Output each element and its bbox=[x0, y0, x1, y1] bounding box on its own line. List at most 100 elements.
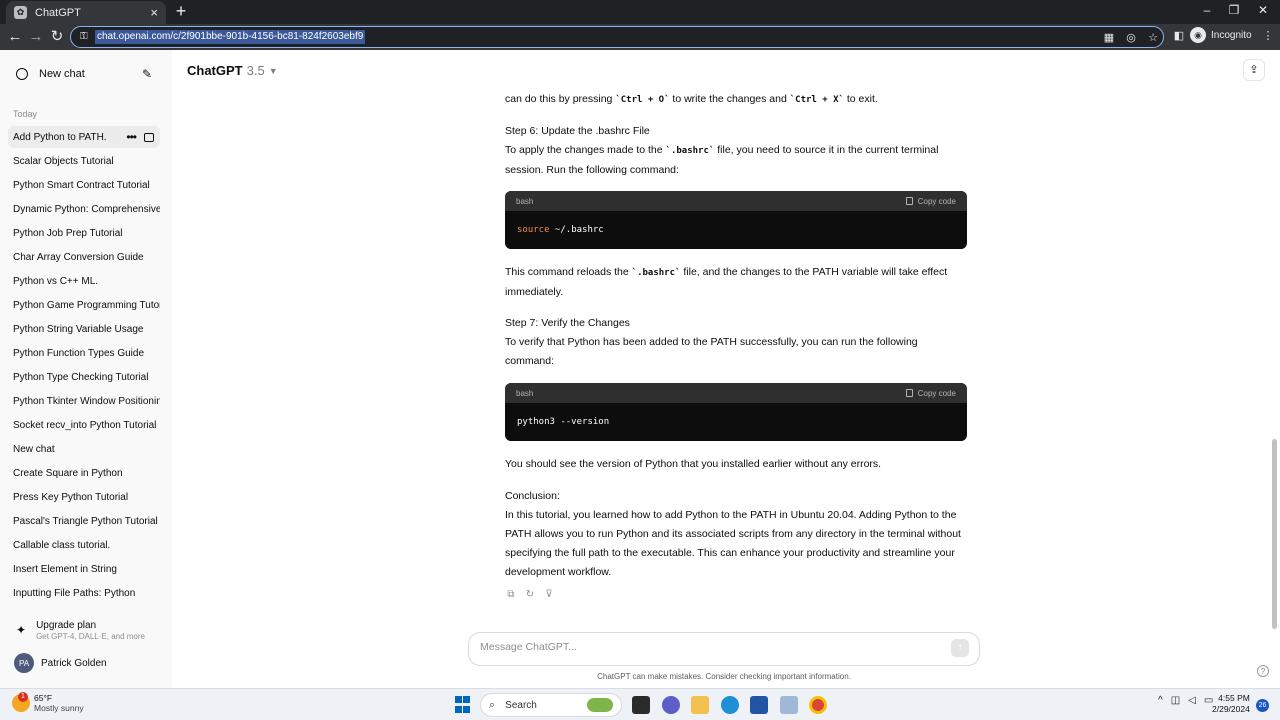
copy-icon[interactable]: ⧉ bbox=[505, 585, 517, 604]
chevron-up-icon[interactable]: ^ bbox=[1158, 695, 1163, 706]
message-paragraph: You should see the version of Python tha… bbox=[505, 458, 882, 470]
code-block: bash Copy code source ~/.bashrc bbox=[505, 191, 967, 249]
qr-code-icon[interactable]: ▦ bbox=[1102, 31, 1116, 44]
code-language: bash bbox=[516, 196, 534, 206]
history-item[interactable]: Python Smart Contract Tutorial bbox=[8, 174, 160, 196]
browser-menu-icon[interactable]: ⋮ bbox=[1261, 29, 1275, 42]
history-item[interactable]: Inputting File Paths: Python bbox=[8, 582, 160, 604]
site-info-icon[interactable]: ⚿ bbox=[80, 31, 92, 43]
weather-badge: 1 bbox=[18, 692, 28, 702]
copy-code-button[interactable]: Copy code bbox=[905, 384, 956, 403]
windows-start-icon[interactable] bbox=[455, 696, 473, 714]
minimize-window-icon[interactable]: – bbox=[1197, 3, 1217, 17]
send-button[interactable]: ↑ bbox=[951, 639, 969, 657]
clock[interactable]: 4:55 PM 2/29/2024 bbox=[1212, 693, 1250, 715]
history-item[interactable]: Python Function Types Guide bbox=[8, 342, 160, 364]
reload-icon[interactable]: ↻ bbox=[48, 28, 66, 45]
search-icon: ⌕ bbox=[489, 698, 496, 711]
sparkle-icon: ✦ bbox=[16, 623, 27, 637]
history-item[interactable]: Python Game Programming Tutor bbox=[8, 294, 160, 316]
history-item[interactable]: New chat bbox=[8, 438, 160, 460]
user-name: Patrick Golden bbox=[41, 657, 107, 669]
more-options-icon[interactable]: ••• bbox=[126, 130, 137, 144]
archive-icon[interactable] bbox=[144, 132, 154, 142]
taskbar-search[interactable]: ⌕ Search bbox=[480, 693, 622, 717]
thumbs-down-icon[interactable]: ⊽ bbox=[543, 585, 555, 604]
history-item[interactable]: Insert Element in String bbox=[8, 558, 160, 580]
history-item[interactable]: Add Python to PATH. ••• bbox=[8, 126, 160, 148]
history-item[interactable]: Scalar Objects Tutorial bbox=[8, 150, 160, 172]
side-panel-icon[interactable]: ◧ bbox=[1172, 29, 1186, 42]
new-tab-button[interactable]: + bbox=[172, 2, 190, 20]
message-input[interactable] bbox=[480, 641, 940, 653]
weather-widget[interactable]: 1 65°F Mostly sunny bbox=[12, 692, 84, 713]
task-view-icon[interactable] bbox=[632, 696, 650, 714]
avatar: PA bbox=[14, 653, 34, 673]
message-actions: ⧉ ↻ ⊽ bbox=[505, 585, 555, 604]
system-tray: ^ ◫ ◁ ▭ bbox=[1158, 695, 1213, 706]
notification-badge[interactable]: 26 bbox=[1256, 699, 1269, 712]
incognito-icon: ◉ bbox=[1190, 27, 1206, 43]
history-item[interactable]: Python Tkinter Window Positionin bbox=[8, 390, 160, 412]
history-item[interactable]: Create Square in Python bbox=[8, 462, 160, 484]
maximize-window-icon[interactable]: ❐ bbox=[1224, 3, 1244, 17]
history-item[interactable]: Python String Variable Usage bbox=[8, 318, 160, 340]
profile-button[interactable]: ◉ Incognito bbox=[1190, 27, 1252, 43]
temperature: 65°F bbox=[34, 693, 53, 703]
regenerate-icon[interactable]: ↻ bbox=[524, 585, 536, 604]
close-window-icon[interactable]: ✕ bbox=[1253, 3, 1273, 17]
upgrade-subtitle: Get GPT-4, DALL·E, and more bbox=[36, 631, 145, 641]
new-chat-button[interactable]: New chat ✎ bbox=[8, 62, 160, 86]
photos-app-icon[interactable] bbox=[780, 696, 798, 714]
history-item[interactable]: Python Job Prep Tutorial bbox=[8, 222, 160, 244]
model-selector[interactable]: ChatGPT 3.5 ▼ bbox=[187, 63, 278, 78]
compose-icon[interactable]: ✎ bbox=[142, 67, 152, 81]
eye-slash-icon[interactable]: ◎ bbox=[1124, 31, 1138, 44]
help-icon[interactable]: ? bbox=[1257, 665, 1269, 677]
new-chat-label: New chat bbox=[39, 68, 85, 80]
search-highlight-image bbox=[587, 698, 613, 712]
history-item[interactable]: Python vs C++ ML. bbox=[8, 270, 160, 292]
history-item[interactable]: Socket recv_into Python Tutorial bbox=[8, 414, 160, 436]
message-composer: ↑ bbox=[468, 632, 980, 666]
chat-main: ChatGPT 3.5 ▼ ⇪ can do this by pressing … bbox=[172, 50, 1280, 688]
profile-label: Incognito bbox=[1211, 29, 1252, 41]
bookmark-star-icon[interactable]: ☆ bbox=[1146, 31, 1160, 44]
close-tab-icon[interactable]: × bbox=[150, 5, 158, 20]
user-menu-button[interactable]: PA Patrick Golden bbox=[8, 650, 160, 676]
clock-time: 4:55 PM bbox=[1218, 693, 1250, 703]
browser-tab[interactable]: ✿ ChatGPT × bbox=[6, 1, 166, 24]
volume-icon[interactable]: ◁ bbox=[1188, 695, 1196, 706]
forward-arrow-icon[interactable]: → bbox=[27, 28, 45, 45]
history-item[interactable]: Callable class tutorial. bbox=[8, 534, 160, 556]
history-item[interactable]: Press Key Python Tutorial bbox=[8, 486, 160, 508]
upgrade-plan-button[interactable]: ✦ Upgrade plan Get GPT-4, DALL·E, and mo… bbox=[8, 615, 160, 645]
weather-condition: Mostly sunny bbox=[34, 703, 84, 713]
address-bar[interactable]: ⚿ chat.openai.com/c/2f901bbe-901b-4156-b… bbox=[70, 26, 1164, 48]
clipboard-icon bbox=[905, 389, 913, 397]
code-block: bash Copy code python3 --version bbox=[505, 383, 967, 441]
message-paragraph: can do this by pressing `Ctrl + O` to wr… bbox=[505, 93, 878, 105]
copy-code-button[interactable]: Copy code bbox=[905, 192, 956, 211]
file-explorer-icon[interactable] bbox=[691, 696, 709, 714]
tab-title: ChatGPT bbox=[35, 6, 81, 19]
history-item[interactable]: Pascal's Triangle Python Tutorial bbox=[8, 510, 160, 532]
scrollbar[interactable] bbox=[1272, 439, 1277, 629]
history-item[interactable]: Char Array Conversion Guide bbox=[8, 246, 160, 268]
code-content: source ~/.bashrc bbox=[517, 225, 604, 235]
url-text[interactable]: chat.openai.com/c/2f901bbe-901b-4156-bc8… bbox=[95, 30, 366, 44]
code-block-header: bash Copy code bbox=[505, 383, 967, 403]
search-label: Search bbox=[505, 699, 537, 711]
code-block-header: bash Copy code bbox=[505, 191, 967, 211]
store-icon[interactable] bbox=[750, 696, 768, 714]
back-arrow-icon[interactable]: ← bbox=[6, 28, 24, 45]
chat-app-icon[interactable] bbox=[662, 696, 680, 714]
model-version: 3.5 bbox=[246, 63, 265, 78]
edge-browser-icon[interactable] bbox=[721, 696, 739, 714]
chrome-browser-icon[interactable] bbox=[809, 696, 827, 714]
message-paragraph: In this tutorial, you learned how to add… bbox=[505, 509, 961, 578]
network-icon[interactable]: ◫ bbox=[1171, 695, 1180, 706]
share-icon[interactable]: ⇪ bbox=[1243, 59, 1265, 81]
history-item[interactable]: Python Type Checking Tutorial bbox=[8, 366, 160, 388]
history-item[interactable]: Dynamic Python: Comprehensive bbox=[8, 198, 160, 220]
